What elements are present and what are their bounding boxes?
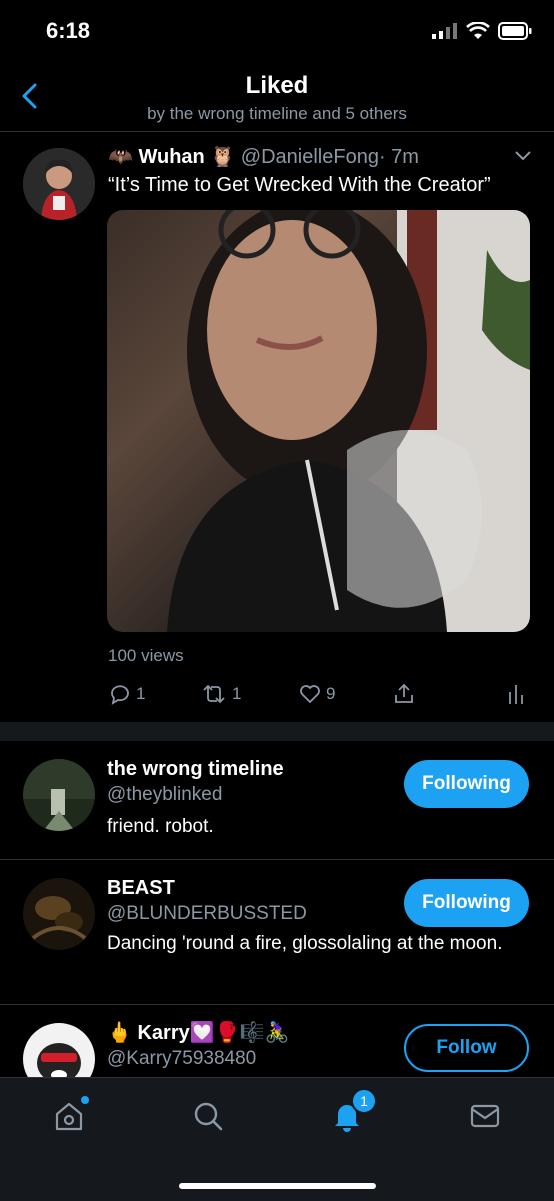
tweet-text: “It’s Time to Get Wrecked With the Creat… [108, 174, 491, 196]
retweet-count: 1 [232, 684, 242, 703]
tweet-header: 🦇 Wuhan 🦉 @DanielleFong· 7m [108, 144, 419, 169]
tab-search[interactable] [190, 1098, 226, 1134]
page-title: Liked [245, 72, 309, 99]
name-prefix-emoji: 🖕 [107, 1022, 132, 1044]
signal-icon [432, 23, 457, 39]
user-row[interactable]: BEAST @BLUNDERBUSSTED Dancing 'round a f… [0, 860, 554, 1005]
name-prefix-emoji: 🦇 [108, 146, 133, 168]
user-bio: Dancing 'round a fire, glossolaling at t… [107, 933, 503, 954]
navigation-header: Liked by the wrong timeline and 5 others [0, 64, 554, 132]
avatar-image [23, 759, 95, 831]
reply-icon [111, 685, 129, 705]
following-button[interactable]: Following [404, 879, 529, 927]
section-divider [0, 722, 554, 741]
share-icon [395, 683, 413, 703]
user-handle: @Karry75938480 [107, 1048, 257, 1069]
video-frame [167, 210, 530, 632]
status-bar: 6:18 [0, 0, 554, 64]
chevron-down-icon[interactable] [514, 150, 532, 162]
new-content-dot [81, 1096, 89, 1104]
tab-bar: 1 [0, 1077, 554, 1201]
avatar-image [23, 878, 95, 950]
user-name-text: Karry [137, 1022, 190, 1044]
tab-home[interactable] [51, 1096, 89, 1134]
retweet-button[interactable]: 1 [200, 682, 241, 706]
tab-messages[interactable] [467, 1098, 503, 1134]
user-name: 🖕 Karry💟🥊🎼🚴‍♀️ [107, 1020, 289, 1045]
home-indicator[interactable] [179, 1183, 376, 1189]
avatar-image [23, 1023, 95, 1077]
tweet-time: · 7m [378, 146, 419, 168]
wifi-icon [466, 22, 490, 39]
tweet[interactable]: 🦇 Wuhan 🦉 @DanielleFong· 7m “It’s Time t… [0, 132, 554, 722]
status-time: 6:18 [46, 18, 91, 43]
avatar-image [23, 148, 95, 220]
like-button[interactable]: 9 [298, 682, 335, 706]
like-count: 9 [326, 684, 336, 703]
retweet-icon [203, 684, 225, 704]
reply-button[interactable]: 1 [108, 682, 145, 706]
search-icon [194, 1102, 223, 1131]
user-handle: @theyblinked [107, 784, 223, 805]
name-suffix-emoji: 🦉 [210, 146, 236, 168]
battery-icon [498, 22, 532, 40]
view-count: 100 views [108, 646, 184, 665]
user-avatar[interactable] [23, 759, 95, 831]
following-button[interactable]: Following [404, 760, 529, 808]
heart-icon [300, 685, 320, 704]
reply-count: 1 [136, 684, 146, 703]
user-name: the wrong timeline [107, 758, 284, 780]
tweet-author-avatar[interactable] [23, 148, 95, 220]
user-row[interactable]: the wrong timeline @theyblinked friend. … [0, 741, 554, 860]
user-avatar[interactable] [23, 878, 95, 950]
tweet-actions: 1 1 9 [108, 682, 528, 712]
tweet-author-handle[interactable]: @DanielleFong [241, 146, 379, 168]
share-button[interactable] [392, 682, 416, 706]
analytics-button[interactable] [506, 682, 526, 706]
user-avatar[interactable] [23, 1023, 95, 1077]
notifications-badge: 1 [351, 1088, 377, 1114]
name-suffix-emoji: 💟🥊🎼🚴‍♀️ [189, 1022, 290, 1044]
user-handle: @BLUNDERBUSSTED [107, 903, 307, 924]
page-subtitle: by the wrong timeline and 5 others [147, 104, 407, 123]
user-bio: friend. robot. [107, 816, 214, 837]
status-icons [432, 22, 532, 40]
tweet-author-name[interactable]: Wuhan [138, 146, 204, 168]
mail-icon [470, 1104, 500, 1128]
user-name: BEAST [107, 877, 175, 899]
tweet-video[interactable] [107, 210, 530, 632]
follow-button[interactable]: Follow [404, 1024, 529, 1072]
home-icon [55, 1102, 83, 1131]
user-row[interactable]: 🖕 Karry💟🥊🎼🚴‍♀️ @Karry75938480 Follow [0, 1005, 554, 1077]
tab-notifications[interactable]: 1 [329, 1088, 377, 1134]
analytics-icon [509, 685, 523, 704]
